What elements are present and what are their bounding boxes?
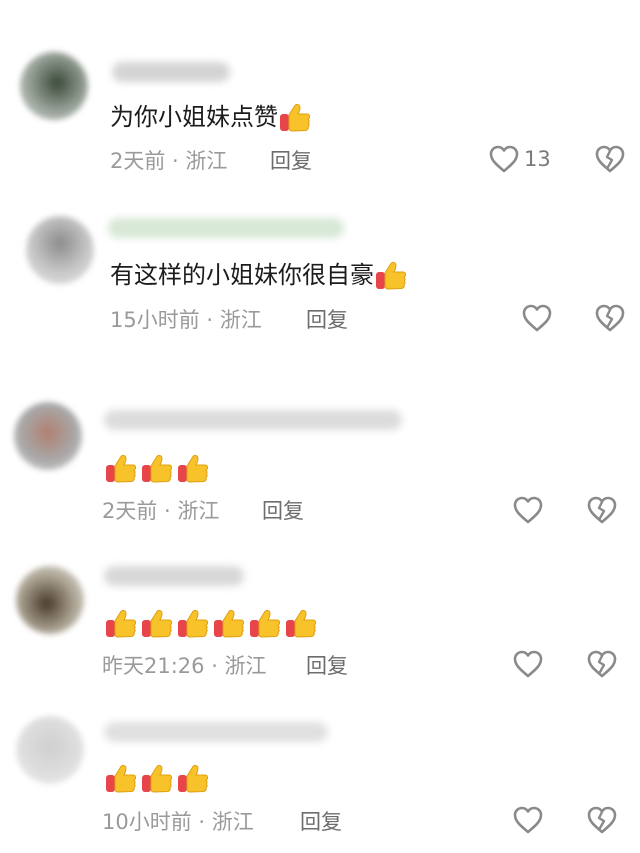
avatar[interactable]: [16, 716, 84, 784]
thumbs-up-emoji: [374, 258, 408, 292]
thumbs-up-emoji: [278, 100, 312, 134]
thumbs-up-emoji: [104, 606, 318, 640]
comment-meta: 15小时前 · 浙江: [110, 308, 262, 332]
comment-meta: 昨天21:26 · 浙江: [102, 654, 267, 678]
username-blurred[interactable]: [104, 410, 402, 430]
avatar[interactable]: [14, 402, 82, 470]
comment-meta: 2天前 · 浙江: [110, 149, 228, 173]
heart-outline-icon: [521, 302, 553, 334]
reply-button[interactable]: 回复: [262, 498, 304, 524]
dislike-button[interactable]: [586, 804, 618, 836]
heart-outline-icon: [488, 143, 520, 175]
dislike-button[interactable]: [586, 494, 618, 526]
thumbs-up-emoji: [104, 451, 210, 485]
comment-text: 为你小姐妹点赞: [110, 100, 312, 134]
dislike-button[interactable]: [586, 648, 618, 680]
avatar[interactable]: [26, 216, 94, 284]
username-blurred[interactable]: [104, 566, 244, 586]
broken-heart-icon: [586, 804, 618, 836]
broken-heart-icon: [594, 302, 626, 334]
like-button[interactable]: [521, 302, 557, 334]
heart-outline-icon: [512, 804, 544, 836]
username-blurred[interactable]: [112, 62, 230, 82]
comment-text: [104, 761, 210, 795]
reply-button[interactable]: 回复: [300, 809, 342, 835]
like-button[interactable]: [512, 648, 548, 680]
like-button[interactable]: [512, 804, 548, 836]
reply-button[interactable]: 回复: [270, 148, 312, 174]
like-button[interactable]: [512, 494, 548, 526]
broken-heart-icon: [586, 494, 618, 526]
comment-text: 有这样的小姐妹你很自豪: [110, 258, 408, 292]
username-blurred[interactable]: [108, 218, 344, 238]
comment-text: [104, 451, 210, 485]
reply-button[interactable]: 回复: [306, 307, 348, 333]
like-button[interactable]: 13: [488, 143, 551, 175]
heart-outline-icon: [512, 494, 544, 526]
dislike-button[interactable]: [594, 143, 626, 175]
comment-meta: 10小时前 · 浙江: [102, 810, 254, 834]
thumbs-up-emoji: [104, 761, 210, 795]
broken-heart-icon: [594, 143, 626, 175]
comment-text: [104, 606, 318, 640]
broken-heart-icon: [586, 648, 618, 680]
avatar[interactable]: [16, 566, 84, 634]
dislike-button[interactable]: [594, 302, 626, 334]
avatar[interactable]: [20, 52, 88, 120]
like-count: 13: [524, 147, 551, 171]
comment-meta: 2天前 · 浙江: [102, 499, 220, 523]
heart-outline-icon: [512, 648, 544, 680]
reply-button[interactable]: 回复: [306, 653, 348, 679]
username-blurred[interactable]: [104, 722, 328, 742]
